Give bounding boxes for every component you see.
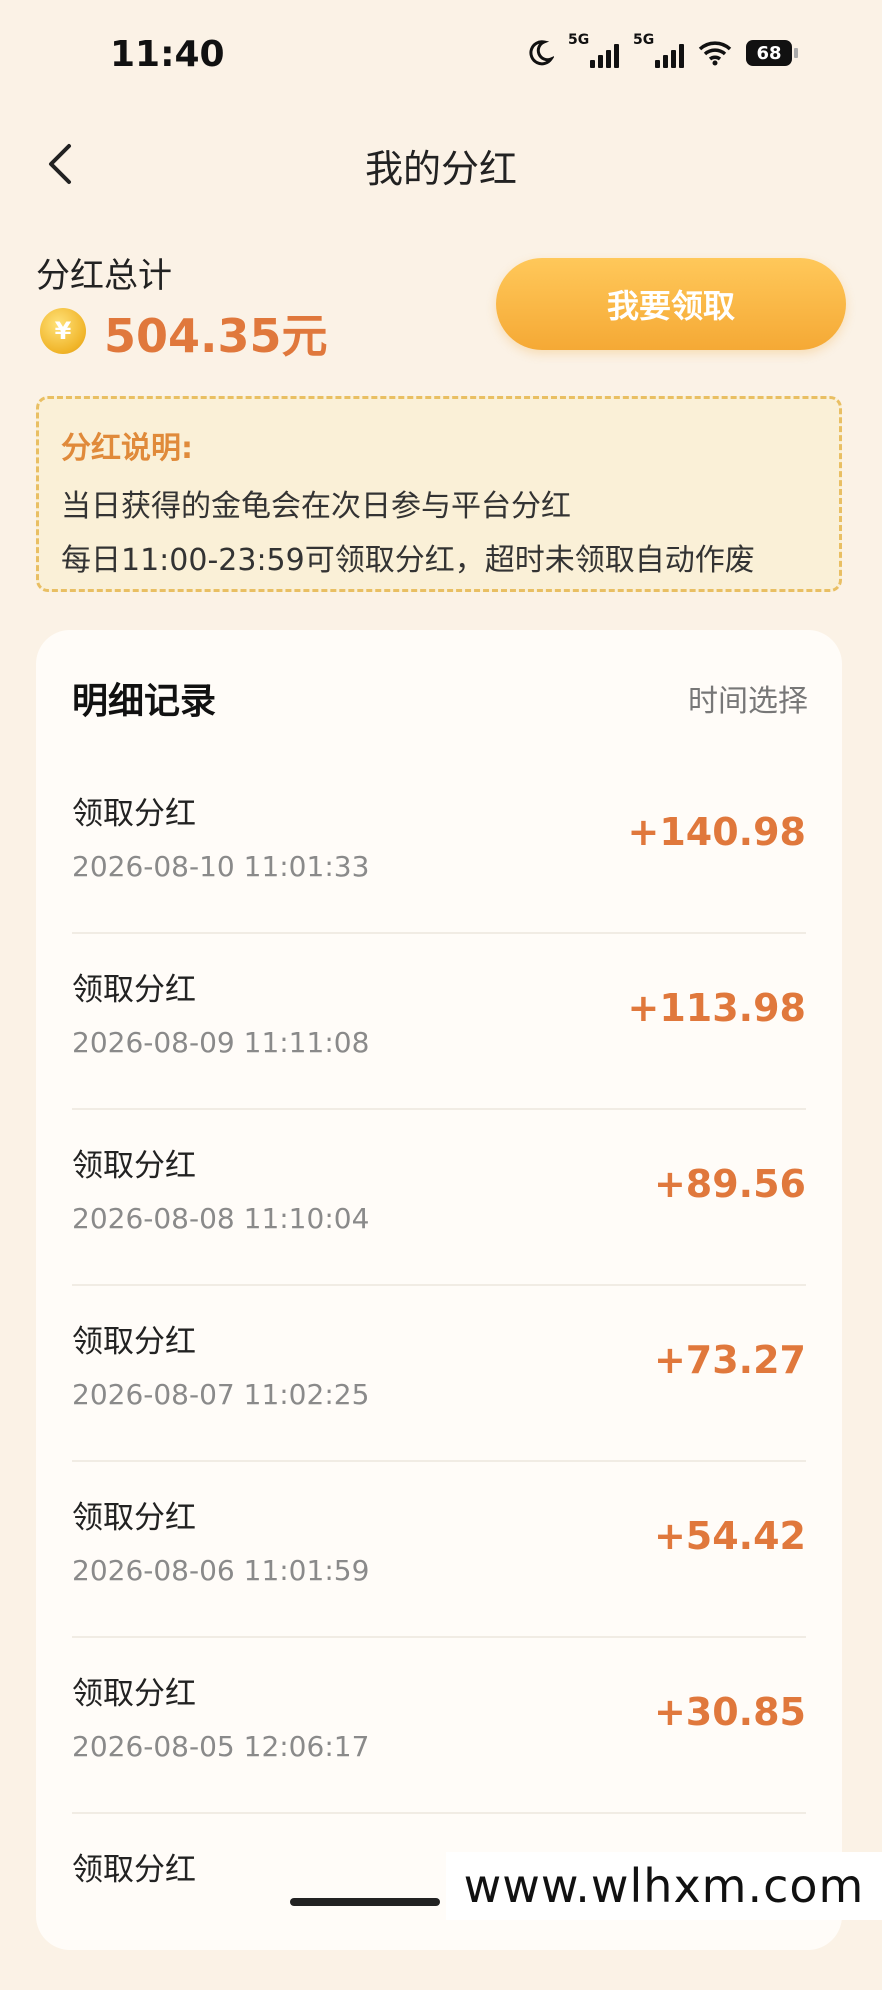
status-icons: 5G 5G 68: [526, 32, 798, 68]
time-filter-link[interactable]: 时间选择: [688, 676, 808, 720]
signal-icon-1: 5G: [568, 32, 619, 68]
record-amount: +30.85: [653, 1690, 806, 1734]
battery-icon: 68: [746, 40, 798, 66]
dividend-notice: 分红说明: 当日获得的金龟会在次日参与平台分红 每日11:00-23:59可领取…: [36, 396, 842, 592]
record-title: 领取分红: [72, 1500, 196, 1536]
record-row: 领取分红 2026-08-08 11:10:04 +89.56: [36, 1110, 842, 1286]
home-indicator[interactable]: [290, 1898, 440, 1906]
record-time: 2026-08-05 12:06:17: [72, 1730, 370, 1763]
page-title: 我的分红: [364, 147, 517, 191]
record-row: 领取分红 2026-08-06 11:01:59 +54.42: [36, 1462, 842, 1638]
record-row: 领取分红 2026-08-05 12:06:17 +30.85: [36, 1638, 842, 1814]
coin-icon: ¥: [40, 308, 86, 354]
notice-line: 当日获得的金龟会在次日参与平台分红: [61, 489, 571, 524]
network-type-label-1: 5G: [568, 32, 590, 48]
record-title: 领取分红: [72, 1324, 196, 1360]
wifi-icon: [698, 41, 732, 66]
moon-icon: [529, 40, 554, 66]
record-amount: +140.98: [627, 810, 806, 854]
network-type-label-2: 5G: [633, 32, 655, 48]
record-title: 领取分红: [72, 972, 196, 1008]
notice-line: 每日11:00-23:59可领取分红，超时未领取自动作废: [61, 543, 755, 578]
record-row: 领取分红 2026-08-07 11:02:25 +73.27: [36, 1286, 842, 1462]
record-time: 2026-08-09 11:11:08: [72, 1026, 370, 1059]
record-time: 2026-08-07 11:02:25: [72, 1378, 370, 1411]
record-time: 2026-08-08 11:10:04: [72, 1202, 370, 1235]
watermark: www.wlhxm.com: [446, 1852, 882, 1920]
status-bar: 11:40 5G 5G 68: [0, 0, 882, 110]
record-title: 领取分红: [72, 1148, 196, 1184]
claim-button[interactable]: 我要领取: [496, 258, 846, 350]
record-title: 领取分红: [72, 796, 196, 832]
signal-icon-2: 5G: [633, 32, 684, 68]
records-title: 明细记录: [72, 681, 217, 722]
record-row: 领取分红 2026-08-10 11:01:33 +140.98: [36, 758, 842, 934]
notice-title: 分红说明:: [61, 431, 193, 466]
record-title: 领取分红: [72, 1676, 196, 1712]
nav-header: 我的分红: [0, 110, 882, 210]
status-time: 11:40: [110, 34, 225, 75]
record-time: 2026-08-06 11:01:59: [72, 1554, 370, 1587]
record-row: 领取分红 2026-08-09 11:11:08 +113.98: [36, 934, 842, 1110]
record-time: 2026-08-10 11:01:33: [72, 850, 370, 883]
record-title: 领取分红: [72, 1852, 196, 1888]
record-amount: +54.42: [653, 1514, 806, 1558]
total-dividend-label: 分红总计: [36, 256, 172, 296]
record-amount: +73.27: [653, 1338, 806, 1382]
records-card: 明细记录 时间选择 领取分红 2026-08-10 11:01:33 +140.…: [36, 630, 842, 1950]
total-dividend-amount: 504.35元: [104, 309, 328, 363]
record-amount: +113.98: [627, 986, 806, 1030]
record-amount: +89.56: [653, 1162, 806, 1206]
